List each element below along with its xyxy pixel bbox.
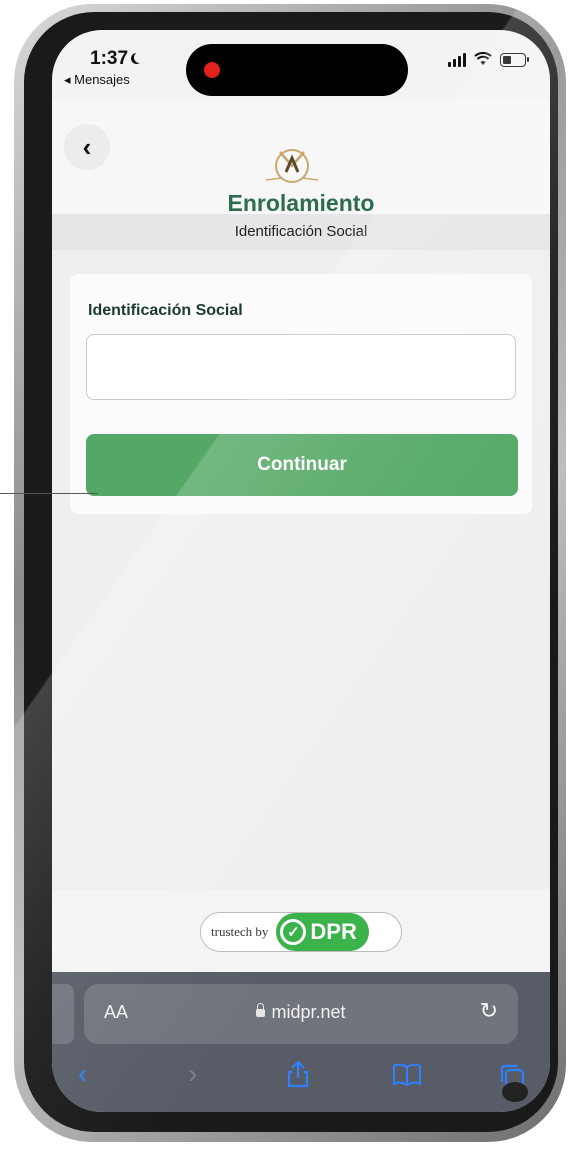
annotation-line — [0, 493, 98, 494]
moon-icon — [134, 52, 145, 63]
brand-logo: ✓ DPR — [276, 913, 369, 951]
corner-badge-icon — [502, 1082, 528, 1102]
chevron-left-icon: ‹ — [82, 131, 92, 162]
lock-icon — [256, 1003, 266, 1017]
brand-badge: trustech by ✓ DPR — [200, 912, 402, 952]
status-bar: 1:37 ◂ Mensajes — [52, 30, 550, 100]
url-text: midpr.net — [271, 1002, 346, 1022]
back-nav-icon[interactable]: ‹ — [78, 1058, 87, 1090]
dynamic-island — [186, 44, 408, 96]
brand-name: DPR — [310, 919, 357, 944]
share-icon[interactable] — [286, 1060, 310, 1095]
bookmarks-icon[interactable] — [392, 1062, 422, 1094]
screen: 1:37 ◂ Mensajes ‹ Enrolamiento Identific… — [52, 30, 550, 1112]
address-bar[interactable]: AA midpr.net ↻ — [84, 984, 518, 1044]
cellular-signal-icon — [448, 53, 466, 67]
social-id-label: Identificación Social — [88, 302, 243, 319]
url-display[interactable]: midpr.net — [84, 1002, 518, 1023]
page-title: Enrolamiento — [227, 190, 375, 216]
social-id-input[interactable] — [86, 334, 516, 400]
forward-nav-icon[interactable]: › — [188, 1058, 197, 1090]
step-title: Identificación Social — [52, 214, 550, 250]
browser-toolbar: ‹ › — [52, 1058, 550, 1102]
brand-prefix: trustech by — [211, 924, 269, 939]
app-logo-icon — [265, 149, 319, 183]
battery-icon — [500, 53, 529, 67]
back-to-app-link[interactable]: ◂ Mensajes — [64, 72, 130, 88]
check-icon: ✓ — [280, 919, 307, 945]
time-text: 1:37 — [90, 48, 129, 69]
previous-tab-preview[interactable] — [52, 984, 74, 1044]
reload-icon[interactable]: ↻ — [480, 998, 498, 1024]
browser-chrome: AA midpr.net ↻ ‹ › — [52, 972, 550, 1112]
system-icons — [448, 52, 529, 68]
recording-indicator-icon — [204, 62, 220, 78]
back-button[interactable]: ‹ — [64, 124, 110, 170]
footer: trustech by ✓ DPR — [52, 892, 550, 972]
wifi-icon — [474, 52, 492, 68]
continue-button[interactable]: Continuar — [86, 434, 518, 496]
main-content: Identificación Social Continuar — [52, 250, 550, 890]
status-time: 1:37 — [90, 48, 145, 70]
form-card: Identificación Social Continuar — [70, 274, 532, 514]
